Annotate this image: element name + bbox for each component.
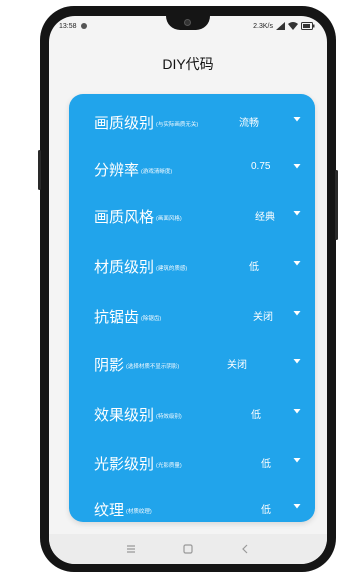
network-speed: 2.3K/s	[253, 22, 273, 30]
setting-note: (材质纹理)	[126, 509, 152, 516]
setting-label: 纹理 (材质纹理)	[94, 499, 152, 520]
setting-value[interactable]: 经典	[255, 208, 275, 223]
volume-button	[335, 170, 338, 240]
dropdown-caret-icon[interactable]	[293, 162, 301, 170]
setting-label: 画质级别 (与实际画质无关)	[94, 112, 198, 133]
setting-name: 光影级别	[94, 456, 155, 473]
setting-value[interactable]: 关闭	[227, 356, 247, 371]
setting-label: 抗锯齿 (除锯齿)	[94, 306, 161, 327]
back-nav-icon	[242, 544, 248, 554]
menu-nav-icon	[127, 545, 135, 553]
dropdown-caret-icon[interactable]	[293, 407, 301, 415]
setting-label: 材质级别 (建筑的质感)	[94, 256, 187, 277]
signal-icon	[276, 22, 285, 30]
setting-note: (选择材质不显示阴影)	[126, 364, 180, 371]
setting-note: (游戏清晰度)	[141, 169, 173, 176]
setting-note: (与实际画质无关)	[156, 122, 199, 129]
setting-row-lighting-level[interactable]: 光影级别 (光影质量) 低	[69, 446, 315, 476]
setting-name: 画质风格	[94, 209, 155, 226]
dropdown-caret-icon[interactable]	[293, 259, 301, 267]
dropdown-caret-icon[interactable]	[293, 357, 301, 365]
setting-note: (光影质量)	[156, 463, 182, 470]
menu-nav-button[interactable]	[123, 541, 139, 557]
setting-value[interactable]: 低	[261, 455, 271, 470]
setting-row-texture-level[interactable]: 材质级别 (建筑的质感) 低	[69, 249, 315, 279]
setting-row-quality-style[interactable]: 画质风格 (画面风格) 经典	[69, 199, 315, 229]
setting-row-anti-aliasing[interactable]: 抗锯齿 (除锯齿) 关闭	[69, 299, 315, 329]
setting-note: (除锯齿)	[141, 316, 162, 323]
page-title: DIY代码	[162, 56, 214, 72]
wifi-icon	[288, 22, 298, 30]
setting-value[interactable]: 流畅	[239, 114, 259, 129]
settings-panel: 画质级别 (与实际画质无关) 流畅 分辨率 (游戏清晰度) 0.75 画质风格 (画面…	[69, 94, 315, 522]
setting-row-effect-level[interactable]: 效果级别 (特效级别) 低	[69, 397, 315, 427]
status-right: 2.3K/s	[253, 22, 315, 30]
home-nav-button[interactable]	[180, 541, 196, 557]
setting-name: 阴影	[94, 357, 125, 374]
setting-name: 分辨率	[94, 162, 140, 179]
navigation-bar	[49, 534, 327, 564]
setting-name: 效果级别	[94, 407, 155, 424]
setting-row-resolution[interactable]: 分辨率 (游戏清晰度) 0.75	[69, 152, 315, 182]
setting-value[interactable]: 低	[249, 258, 259, 273]
setting-value[interactable]: 低	[261, 501, 271, 516]
setting-row-texture[interactable]: 纹理 (材质纹理) 低	[69, 492, 315, 522]
setting-note: (特效级别)	[156, 414, 182, 421]
setting-row-shadow[interactable]: 阴影 (选择材质不显示阴影) 关闭	[69, 347, 315, 377]
setting-label: 阴影 (选择材质不显示阴影)	[94, 354, 179, 375]
setting-value[interactable]: 低	[251, 406, 261, 421]
dropdown-caret-icon[interactable]	[293, 456, 301, 464]
battery-icon	[301, 22, 315, 30]
setting-row-quality-level[interactable]: 画质级别 (与实际画质无关) 流畅	[69, 105, 315, 135]
dropdown-caret-icon[interactable]	[293, 209, 301, 217]
setting-value[interactable]: 0.75	[251, 161, 270, 172]
setting-label: 光影级别 (光影质量)	[94, 453, 182, 474]
status-time: 13:58	[59, 22, 77, 30]
setting-note: (建筑的质感)	[156, 266, 188, 273]
setting-note: (画面风格)	[156, 216, 182, 223]
setting-value[interactable]: 关闭	[253, 308, 273, 323]
setting-name: 画质级别	[94, 115, 155, 132]
setting-label: 分辨率 (游戏清晰度)	[94, 159, 172, 180]
dropdown-caret-icon[interactable]	[293, 309, 301, 317]
setting-name: 抗锯齿	[94, 309, 140, 326]
screen: 13:58 2.3K/s DIY代码 画质级别 (与实际画质无关) 流畅 分辨率(…	[49, 16, 327, 564]
notification-icon	[80, 23, 87, 29]
dropdown-caret-icon[interactable]	[293, 502, 301, 510]
dropdown-caret-icon[interactable]	[293, 115, 301, 123]
setting-label: 画质风格 (画面风格)	[94, 206, 182, 227]
back-nav-button[interactable]	[237, 541, 253, 557]
setting-name: 材质级别	[94, 259, 155, 276]
setting-name: 纹理	[94, 502, 125, 519]
setting-label: 效果级别 (特效级别)	[94, 404, 182, 425]
home-nav-icon	[183, 544, 193, 554]
status-left: 13:58	[59, 22, 88, 30]
front-camera	[184, 19, 191, 26]
power-button	[38, 150, 41, 190]
